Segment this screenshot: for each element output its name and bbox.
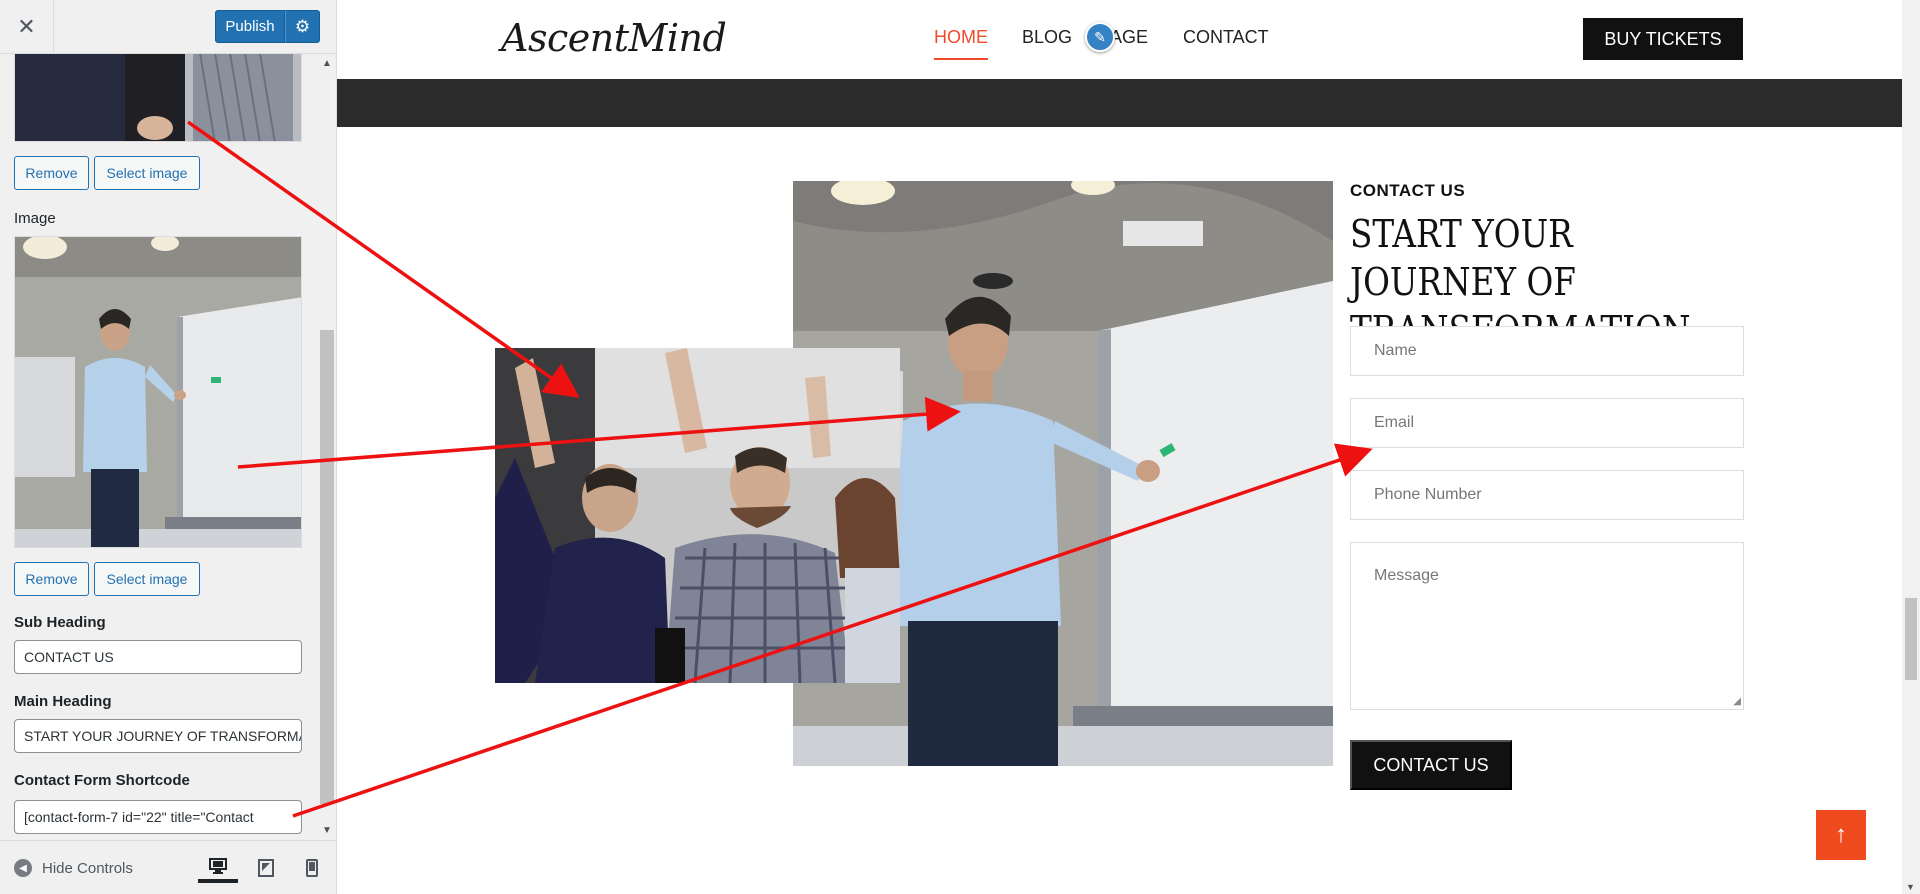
arrow-up-icon: ↑ [1835,821,1847,848]
collapse-icon: ◀ [14,859,32,877]
scroll-down-icon[interactable]: ▼ [322,825,332,836]
publish-group: Publish ⚙ [215,10,320,43]
sidebar-scroll-thumb[interactable] [320,330,334,804]
publish-button[interactable]: Publish [215,10,285,43]
main-heading-label: Main Heading [14,693,112,710]
dark-banner-strip [337,79,1902,127]
message-textarea[interactable]: Message ◢ [1350,542,1744,710]
site-preview[interactable]: AscentMind HOME BLOG AGE CONTACT ✎ BUY T… [337,0,1920,894]
sub-heading-label: Sub Heading [14,614,106,631]
site-logo[interactable]: AscentMind [501,16,727,60]
image-thumbnail-2 [14,236,302,548]
remove-image-1-button[interactable]: Remove [14,156,89,190]
site-header: AscentMind HOME BLOG AGE CONTACT ✎ BUY T… [337,0,1902,79]
shortcode-label: Contact Form Shortcode [14,772,190,789]
mobile-icon [306,859,318,877]
select-image-1-button[interactable]: Select image [94,156,200,190]
mobile-preview-button[interactable] [292,853,332,883]
image-thumbnail-1 [14,54,302,142]
contact-submit-button[interactable]: CONTACT US [1350,740,1512,790]
pencil-icon: ✎ [1094,28,1106,45]
contact-subheading: CONTACT US [1350,181,1466,200]
remove-image-2-button[interactable]: Remove [14,562,89,596]
customizer-controls[interactable]: Remove Select image Image Remove Select … [0,54,320,840]
shortcode-input[interactable]: [contact-form-7 id="22" title="Contact [14,800,302,834]
preview-scroll-thumb[interactable] [1905,598,1917,680]
preview-scrollbar[interactable]: ▼ [1902,0,1920,894]
nav-page[interactable]: AGE [1110,27,1148,48]
resize-handle-icon[interactable]: ◢ [1733,696,1741,707]
nav-contact[interactable]: CONTACT [1183,27,1269,48]
main-heading-input[interactable]: START YOUR JOURNEY OF TRANSFORMATION [14,719,302,753]
nav-home[interactable]: HOME [934,27,988,60]
desktop-preview-button[interactable] [198,853,238,883]
sub-heading-input[interactable]: CONTACT US [14,640,302,674]
message-placeholder: Message [1374,567,1439,584]
buy-tickets-button[interactable]: BUY TICKETS [1583,18,1743,60]
close-customizer-button[interactable]: ✕ [0,0,54,53]
back-to-top-button[interactable]: ↑ [1816,810,1866,860]
gear-icon: ⚙ [294,16,311,36]
hide-controls-button[interactable]: ◀ Hide Controls [14,859,133,877]
image-label: Image [14,210,56,227]
sidebar-scrollbar[interactable]: ▲ ▼ [318,54,336,840]
email-input[interactable]: Email [1350,398,1744,448]
select-image-2-button[interactable]: Select image [94,562,200,596]
tablet-icon [258,859,274,877]
phone-input[interactable]: Phone Number [1350,470,1744,520]
name-input[interactable]: Name [1350,326,1744,376]
nav-blog[interactable]: BLOG [1022,27,1072,48]
customizer-sidebar: ✕ Publish ⚙ Remove Select image Image Re… [0,0,337,894]
scroll-up-icon[interactable]: ▲ [322,58,332,69]
customizer-header: ✕ Publish ⚙ [0,0,336,54]
customizer-footer: ◀ Hide Controls [0,840,336,894]
close-icon: ✕ [17,13,36,39]
edit-shortcut-button[interactable]: ✎ [1085,22,1115,52]
tablet-preview-button[interactable] [246,853,286,883]
hide-controls-label: Hide Controls [42,859,133,877]
publish-settings-button[interactable]: ⚙ [285,10,320,43]
desktop-icon [209,858,227,874]
audience-photo [495,348,900,683]
preview-scroll-down-icon[interactable]: ▼ [1906,882,1915,892]
